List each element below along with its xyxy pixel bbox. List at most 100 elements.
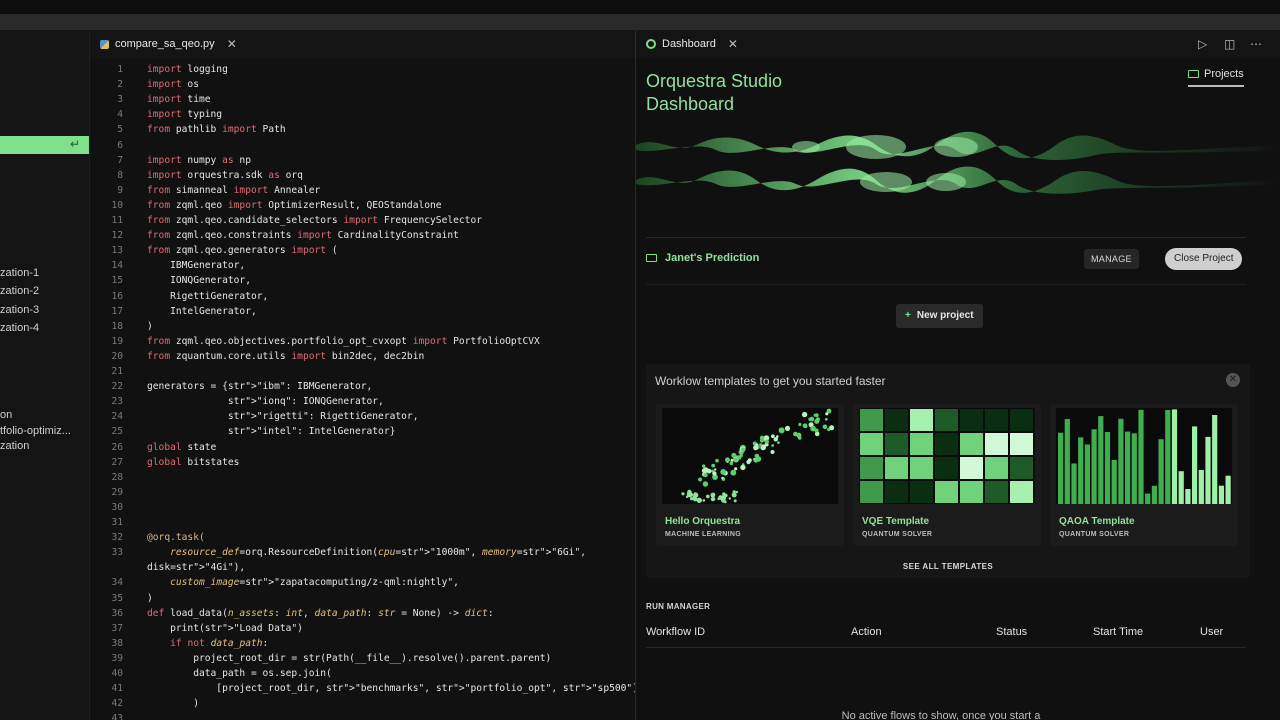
sidebar-item[interactable]: zation: [0, 440, 29, 452]
code-line[interactable]: 33 resource_def=orq.ResourceDefinition(c…: [90, 545, 586, 560]
scatter-dot: [728, 497, 731, 500]
code-line[interactable]: 20 from zquantum.core.utils import bin2de…: [90, 349, 424, 364]
code-line[interactable]: 32 @orq.task(: [90, 530, 204, 545]
bar: [1178, 471, 1184, 504]
scatter-dot: [690, 497, 694, 501]
scatter-dot: [712, 471, 717, 476]
column-header[interactable]: User: [1200, 626, 1223, 638]
code-text: from simanneal import Annealer: [147, 184, 321, 196]
code-line[interactable]: 24 str">"rigetti": RigettiGenerator,: [90, 409, 418, 424]
template-thumbnail-heatmap: [859, 408, 1035, 504]
code-line[interactable]: 19 from zqml.qeo.objectives.portfolio_opt…: [90, 334, 539, 349]
code-line[interactable]: 1 import logging: [90, 62, 228, 77]
code-line[interactable]: 42 ): [90, 696, 199, 711]
code-line[interactable]: 21: [90, 364, 123, 379]
more-icon[interactable]: ⋯: [1250, 37, 1262, 51]
code-line[interactable]: 23 str">"ionq": IONQGenerator,: [90, 394, 383, 409]
sidebar-selected-item[interactable]: ↵: [0, 136, 89, 154]
code-text: def load_data(n_assets: int, data_path: …: [147, 607, 494, 619]
scatter-dot: [714, 468, 717, 471]
scatter-dot: [702, 499, 706, 502]
close-project-button[interactable]: Close Project: [1165, 248, 1243, 270]
tab-dashboard[interactable]: Dashboard ✕: [646, 30, 738, 58]
split-editor-icon[interactable]: ◫: [1224, 37, 1235, 51]
return-arrow-icon: ↵: [69, 137, 80, 151]
line-number: 9: [117, 184, 123, 196]
code-line[interactable]: 8 import orquestra.sdk as orq: [90, 168, 303, 183]
heatmap-cell: [860, 481, 883, 503]
heatmap-cell: [885, 481, 908, 503]
code-line[interactable]: 14 IBMGenerator,: [90, 258, 245, 273]
code-line[interactable]: 3 import time: [90, 92, 210, 107]
sidebar-item[interactable]: zation-3: [0, 304, 39, 316]
tab-compare-sa-qeo[interactable]: compare_sa_qeo.py ✕: [100, 30, 237, 58]
column-header[interactable]: Action: [851, 626, 882, 638]
code-line[interactable]: 22 generators = {str">"ibm": IBMGenerator…: [90, 379, 372, 394]
close-icon[interactable]: ✕: [227, 37, 237, 51]
code-line[interactable]: 41 [project_root_dir, str">"benchmarks",…: [90, 681, 635, 696]
code-line[interactable]: 10 from zqml.qeo import OptimizerResult, …: [90, 198, 441, 213]
sidebar-item[interactable]: tfolio-optimiz...: [0, 425, 71, 437]
column-header[interactable]: Workflow ID: [646, 626, 705, 638]
template-card-vqe[interactable]: VQE Template QUANTUM SOLVER: [853, 404, 1041, 546]
code-line[interactable]: 37 print(str">"Load Data"): [90, 621, 303, 636]
close-icon[interactable]: ✕: [728, 37, 738, 51]
new-project-label: New project: [916, 310, 974, 321]
manage-button[interactable]: MANAGE: [1084, 249, 1139, 269]
sidebar-item[interactable]: zation-2: [0, 285, 39, 297]
projects-tab[interactable]: Projects: [1188, 68, 1244, 87]
code-editor[interactable]: 1 import logging 2 import os 3 import time 4 im…: [90, 58, 635, 720]
code-line[interactable]: disk=str">"4Gi"),: [90, 560, 245, 575]
code-line[interactable]: 15 IONQGenerator,: [90, 273, 251, 288]
scatter-dot: [759, 435, 765, 441]
code-line[interactable]: 35): [90, 591, 152, 606]
close-icon[interactable]: ✕: [1226, 373, 1240, 387]
run-icon[interactable]: ▷: [1198, 37, 1207, 51]
code-line[interactable]: 4 import typing: [90, 107, 222, 122]
code-line[interactable]: 40 data_path = os.sep.join(: [90, 666, 331, 681]
sidebar-item[interactable]: zation-4: [0, 322, 39, 334]
code-line[interactable]: 12 from zqml.qeo.constraints import Cardi…: [90, 228, 458, 243]
code-line[interactable]: 28: [90, 470, 123, 485]
code-text: [project_root_dir, str">"benchmarks", st…: [147, 683, 635, 695]
code-line[interactable]: 16 RigettiGenerator,: [90, 289, 268, 304]
code-line[interactable]: 29: [90, 485, 123, 500]
see-all-templates-link[interactable]: SEE ALL TEMPLATES: [646, 562, 1250, 571]
heatmap-art: [860, 409, 1033, 503]
heatmap-cell: [910, 457, 933, 479]
scatter-dot: [810, 425, 816, 432]
code-line[interactable]: 27 global bitstates: [90, 455, 239, 470]
code-line[interactable]: 25 str">"intel": IntelGenerator}: [90, 424, 395, 439]
scatter-dot: [813, 413, 817, 417]
sidebar-item[interactable]: zation-1: [0, 267, 39, 279]
sidebar-item[interactable]: on: [0, 409, 12, 421]
code-line[interactable]: 7 import numpy as np: [90, 153, 251, 168]
scatter-dot: [730, 458, 734, 462]
code-line[interactable]: 43: [90, 711, 123, 720]
bar: [1118, 418, 1124, 504]
code-line[interactable]: 30: [90, 500, 123, 515]
current-project[interactable]: Janet's Prediction: [646, 252, 759, 264]
code-line[interactable]: 17 IntelGenerator,: [90, 304, 256, 319]
code-line[interactable]: 39 project_root_dir = str(Path(__file__)…: [90, 651, 551, 666]
code-line[interactable]: 26 global state: [90, 440, 216, 455]
code-line[interactable]: 11 from zqml.qeo.candidate_selectors impo…: [90, 213, 482, 228]
column-header[interactable]: Status: [996, 626, 1027, 638]
column-header[interactable]: Start Time: [1093, 626, 1143, 638]
template-card-hello-orquestra[interactable]: Hello Orquestra MACHINE LEARNING: [656, 404, 844, 546]
new-project-button[interactable]: + New project: [896, 304, 983, 328]
code-line[interactable]: 13 from zqml.qeo.generators import (: [90, 243, 337, 258]
code-line[interactable]: 34 custom_image=str">"zapatacomputing/z-…: [90, 575, 458, 590]
code-line[interactable]: 18): [90, 319, 152, 334]
code-line[interactable]: 9 from simanneal import Annealer: [90, 183, 320, 198]
code-line[interactable]: 38 if not data_path:: [90, 636, 268, 651]
code-line[interactable]: 31: [90, 515, 123, 530]
heatmap-cell: [885, 409, 908, 431]
scatter-dot: [739, 454, 743, 458]
template-card-qaoa[interactable]: QAOA Template QUANTUM SOLVER: [1050, 404, 1238, 546]
code-line[interactable]: 5 from pathlib import Path: [90, 122, 285, 137]
code-line[interactable]: 36 def load_data(n_assets: int, data_path…: [90, 606, 493, 621]
line-number: 35: [111, 592, 123, 604]
code-line[interactable]: 6: [90, 138, 123, 153]
code-line[interactable]: 2 import os: [90, 77, 199, 92]
